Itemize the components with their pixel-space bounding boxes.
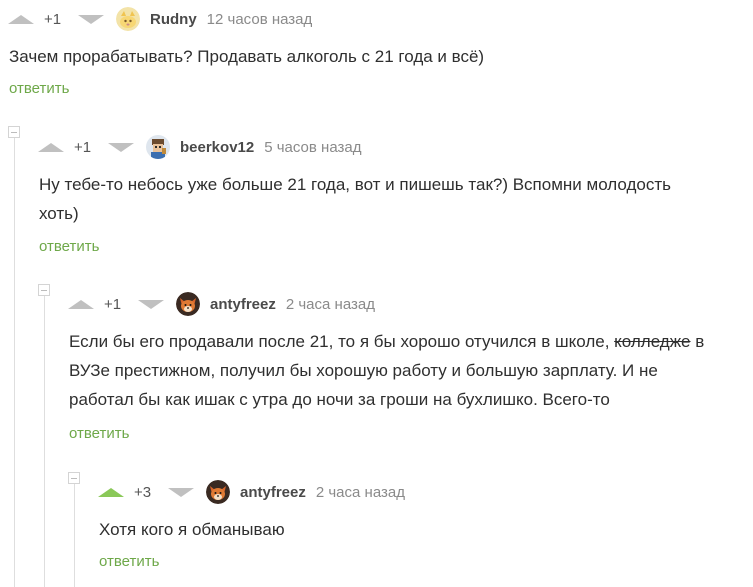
comment-author[interactable]: antyfreez: [210, 296, 276, 313]
comment-text: Хотя кого я обманываю: [99, 520, 285, 539]
comment-header: +3 antyfreez 2 часа назад: [98, 480, 405, 504]
comment-time[interactable]: 2 часа назад: [316, 484, 405, 501]
comment-header: +1 antyfreez 2 часа назад: [68, 292, 375, 316]
comment-text-line: хоть): [39, 204, 79, 223]
comment-rating: +1: [104, 295, 122, 313]
comment-rating: +1: [74, 138, 92, 156]
reply-link[interactable]: ответить: [99, 553, 159, 570]
comment-text: Зачем прорабатывать? Продавать алкоголь …: [9, 47, 485, 66]
thread-line: [44, 296, 45, 587]
avatar[interactable]: [176, 292, 200, 316]
upvote-icon[interactable]: [68, 299, 94, 309]
avatar[interactable]: [206, 480, 230, 504]
comment-author[interactable]: Rudny: [150, 11, 197, 28]
comment-rating: +1: [44, 10, 62, 28]
upvote-icon[interactable]: [38, 142, 64, 152]
avatar[interactable]: [116, 7, 140, 31]
collapse-toggle[interactable]: [38, 284, 50, 296]
reply-link[interactable]: ответить: [69, 425, 129, 442]
comment-text-line: ВУЗе престижном, получил бы хорошую рабо…: [69, 361, 658, 380]
comment-time[interactable]: 2 часа назад: [286, 296, 375, 313]
thread-line: [14, 138, 15, 587]
downvote-icon[interactable]: [138, 299, 164, 309]
comment-text: Если бы его продавали после 21, то я бы …: [69, 327, 704, 414]
comment-text-segment: Если бы его продавали после 21, то я бы …: [69, 332, 615, 351]
comment-text-line: Ну тебе-то небось уже больше 21 года, во…: [39, 175, 671, 194]
comment-header: +1 Rudny 12 часов назад: [8, 7, 312, 31]
strikethrough-text: колледже: [614, 332, 691, 351]
comment-text: Ну тебе-то небось уже больше 21 года, во…: [39, 170, 671, 228]
comment-author[interactable]: antyfreez: [240, 484, 306, 501]
comment-time[interactable]: 12 часов назад: [207, 11, 313, 28]
upvote-icon[interactable]: [8, 14, 34, 24]
comment-time[interactable]: 5 часов назад: [264, 139, 361, 156]
collapse-toggle[interactable]: [8, 126, 20, 138]
comment-text-line: работал бы как ишак с утра до ночи за гр…: [69, 390, 610, 409]
downvote-icon[interactable]: [108, 142, 134, 152]
comment-text-line: Если бы его продавали после 21, то я бы …: [69, 327, 704, 356]
reply-link[interactable]: ответить: [39, 238, 99, 255]
comment-text-segment: в: [690, 332, 705, 351]
comment-author[interactable]: beerkov12: [180, 139, 254, 156]
comment-header: +1 beerkov12 5 часов назад: [38, 135, 361, 159]
collapse-toggle[interactable]: [68, 472, 80, 484]
downvote-icon[interactable]: [78, 14, 104, 24]
comment-rating: +3: [134, 483, 152, 501]
upvote-icon[interactable]: [98, 487, 124, 497]
downvote-icon[interactable]: [168, 487, 194, 497]
thread-line: [74, 484, 75, 587]
avatar[interactable]: [146, 135, 170, 159]
reply-link[interactable]: ответить: [9, 80, 69, 97]
